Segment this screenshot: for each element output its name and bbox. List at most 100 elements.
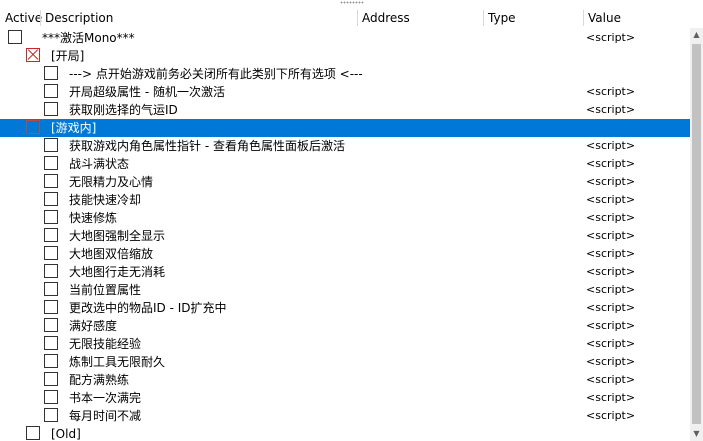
scroll-down-icon[interactable]: ▼	[690, 427, 703, 441]
active-checkbox[interactable]	[44, 138, 58, 152]
scroll-up-icon[interactable]: ▲	[690, 28, 703, 42]
entry-value: <script>	[586, 85, 636, 98]
entry-value: <script>	[586, 175, 636, 188]
header-address[interactable]: Address	[357, 8, 483, 28]
header-type[interactable]: Type	[483, 8, 583, 28]
entry-description: 开局超级属性 - 随机一次激活	[69, 85, 225, 99]
active-checkbox[interactable]	[44, 390, 58, 404]
entry-description: 技能快速冷却	[69, 193, 142, 207]
active-checkbox[interactable]	[44, 246, 58, 260]
table-row[interactable]: 每月时间不减 <script>	[0, 407, 690, 425]
grip-dots	[340, 1, 364, 4]
active-checkbox[interactable]	[44, 408, 58, 422]
entry-description: 快速修炼	[69, 211, 118, 225]
entry-description: 大地图强制全显示	[69, 229, 166, 243]
table-row[interactable]: 配方满熟练 <script>	[0, 371, 690, 389]
active-checkbox[interactable]	[44, 102, 58, 116]
entry-value: <script>	[586, 265, 636, 278]
entry-value: <script>	[586, 355, 636, 368]
entry-description: 更改选中的物品ID - ID扩充中	[69, 301, 227, 315]
active-checkbox[interactable]	[44, 282, 58, 296]
active-checkbox[interactable]	[44, 300, 58, 314]
table-row[interactable]: [游戏内]	[0, 119, 690, 137]
entry-value: <script>	[586, 31, 636, 44]
table-row[interactable]: 技能快速冷却 <script>	[0, 191, 690, 209]
table-row[interactable]: 炼制工具无限耐久 <script>	[0, 353, 690, 371]
entry-description: 炼制工具无限耐久	[69, 355, 166, 369]
entry-value: <script>	[586, 139, 636, 152]
table-row[interactable]: 大地图双倍缩放 <script>	[0, 245, 690, 263]
cheat-table-list: ***激活Mono*** <script> [开局] ---> 点开始游戏前务必关闭所…	[0, 28, 690, 441]
entry-description: 当前位置属性	[69, 283, 142, 297]
top-splitter-grip[interactable]	[0, 0, 703, 6]
entry-description: ***激活Mono***	[42, 31, 135, 45]
active-checkbox[interactable]	[44, 336, 58, 350]
table-row[interactable]: 快速修炼 <script>	[0, 209, 690, 227]
entry-description: 获取游戏内角色属性指针 - 查看角色属性面板后激活	[69, 139, 345, 153]
active-checkbox[interactable]	[44, 66, 58, 80]
entry-description: 大地图双倍缩放	[69, 247, 154, 261]
table-row[interactable]: 大地图强制全显示 <script>	[0, 227, 690, 245]
entry-value: <script>	[586, 409, 636, 422]
table-row[interactable]: [Old]	[0, 425, 690, 441]
table-row[interactable]: 无限精力及心情 <script>	[0, 173, 690, 191]
entry-value: <script>	[586, 229, 636, 242]
table-row[interactable]: 开局超级属性 - 随机一次激活 <script>	[0, 83, 690, 101]
entry-description: [Old]	[51, 427, 81, 441]
entry-description: [游戏内]	[51, 121, 97, 135]
table-row[interactable]: 书本一次满完 <script>	[0, 389, 690, 407]
entry-value: <script>	[586, 247, 636, 260]
active-checkbox-checked[interactable]	[26, 48, 40, 62]
table-row[interactable]: 获取游戏内角色属性指针 - 查看角色属性面板后激活 <script>	[0, 137, 690, 155]
vertical-scrollbar[interactable]: ▲ ▼	[690, 28, 703, 441]
table-row[interactable]: 更改选中的物品ID - ID扩充中 <script>	[0, 299, 690, 317]
entry-value: <script>	[586, 283, 636, 296]
entry-value: <script>	[586, 373, 636, 386]
active-checkbox[interactable]	[8, 30, 22, 44]
active-checkbox[interactable]	[44, 156, 58, 170]
entry-description: 书本一次满完	[69, 391, 142, 405]
table-row[interactable]: ***激活Mono*** <script>	[0, 29, 690, 47]
column-header: Active Description Address Type Value	[0, 8, 703, 28]
table-row[interactable]: 战斗满状态 <script>	[0, 155, 690, 173]
entry-description: 获取刚选择的气运ID	[69, 103, 178, 117]
active-checkbox[interactable]	[44, 372, 58, 386]
active-checkbox[interactable]	[26, 426, 40, 440]
entry-value: <script>	[586, 193, 636, 206]
entry-description: ---> 点开始游戏前务必关闭所有此类别下所有选项 <---	[69, 67, 363, 81]
entry-value: <script>	[586, 337, 636, 350]
entry-description: [开局]	[51, 49, 85, 63]
entry-value: <script>	[586, 301, 636, 314]
active-checkbox[interactable]	[44, 264, 58, 278]
header-active[interactable]: Active	[0, 8, 42, 28]
table-row[interactable]: 满好感度 <script>	[0, 317, 690, 335]
table-row[interactable]: [开局]	[0, 47, 690, 65]
entry-description: 大地图行走无消耗	[69, 265, 166, 279]
table-row[interactable]: 大地图行走无消耗 <script>	[0, 263, 690, 281]
entry-description: 满好感度	[69, 319, 118, 333]
entry-description: 无限技能经验	[69, 337, 142, 351]
entry-description: 战斗满状态	[69, 157, 130, 171]
table-row[interactable]: 获取刚选择的气运ID <script>	[0, 101, 690, 119]
table-row[interactable]: 无限技能经验 <script>	[0, 335, 690, 353]
active-checkbox[interactable]	[44, 174, 58, 188]
header-value[interactable]: Value	[583, 8, 690, 28]
active-checkbox[interactable]	[44, 354, 58, 368]
entry-value: <script>	[586, 391, 636, 404]
entry-value: <script>	[586, 211, 636, 224]
entry-description: 配方满熟练	[69, 373, 130, 387]
entry-value: <script>	[586, 103, 636, 116]
active-checkbox[interactable]	[44, 228, 58, 242]
active-checkbox[interactable]	[44, 192, 58, 206]
table-row[interactable]: ---> 点开始游戏前务必关闭所有此类别下所有选项 <---	[0, 65, 690, 83]
entry-description: 无限精力及心情	[69, 175, 154, 189]
active-checkbox[interactable]	[44, 210, 58, 224]
active-checkbox[interactable]	[44, 318, 58, 332]
entry-value: <script>	[586, 157, 636, 170]
table-row[interactable]: 当前位置属性 <script>	[0, 281, 690, 299]
active-checkbox[interactable]	[44, 84, 58, 98]
header-description[interactable]: Description	[40, 8, 357, 28]
active-checkbox[interactable]	[26, 120, 40, 134]
scrollbar-thumb[interactable]	[692, 44, 701, 424]
entry-description: 每月时间不减	[69, 409, 142, 423]
